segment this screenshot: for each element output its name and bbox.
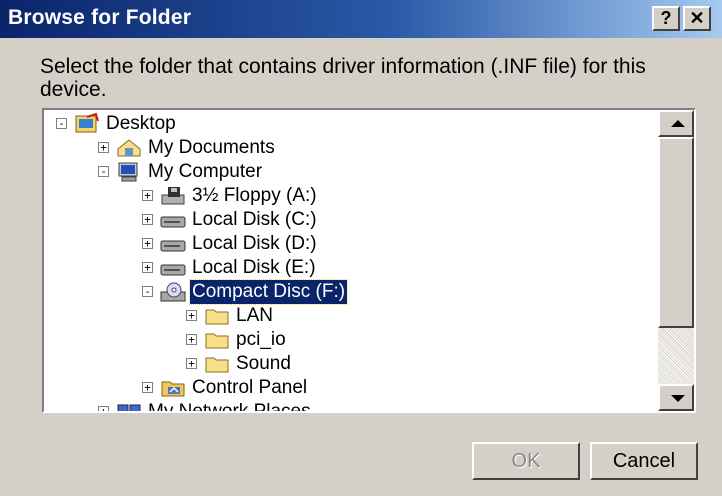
tree-item-control-panel[interactable]: + Control Panel [44,376,644,400]
tree-item-label: Control Panel [192,377,308,398]
tree-item-label: My Computer [148,161,263,182]
expand-toggle[interactable]: + [142,382,153,393]
tree-item-label: Local Disk (C:) [192,209,317,230]
arrow-up-icon [671,120,685,127]
folder-icon [204,305,230,327]
scroll-down-button[interactable] [658,384,694,411]
hard-drive-icon [160,209,186,231]
expand-toggle[interactable]: + [186,358,197,369]
expand-toggle[interactable]: + [186,310,197,321]
tree-item-sound[interactable]: + Sound [44,352,644,376]
tree-item-label-selected: Compact Disc (F:) [188,279,349,305]
tree-item-local-disk-d[interactable]: + Local Disk (D:) [44,232,644,256]
desktop-icon [74,112,100,135]
tree-item-local-disk-e[interactable]: + Local Disk (E:) [44,256,644,280]
title-bar[interactable]: Browse for Folder ? ✕ [0,0,722,38]
instruction-text: Select the folder that contains driver i… [40,55,646,101]
tree-viewport: - Desktop + My Documents - My Computer + [44,110,658,411]
arrow-down-icon [671,395,685,402]
scroll-up-button[interactable] [658,110,694,137]
tree-item-label: My Network Places [146,400,313,411]
hard-drive-icon [160,233,186,255]
tree-item-label: Desktop [106,113,176,134]
help-button[interactable]: ? [652,6,680,31]
my-documents-icon [116,137,142,159]
my-computer-icon [116,161,142,183]
collapse-toggle[interactable]: - [56,118,67,129]
ok-button[interactable]: OK [472,442,580,480]
tree-item-floppy-a[interactable]: + 3½ Floppy (A:) [44,184,644,208]
tree-item-desktop[interactable]: - Desktop [44,112,644,136]
scrollbar-thumb[interactable] [658,137,694,328]
floppy-drive-icon [160,185,186,207]
expand-toggle[interactable]: + [142,238,153,249]
tree-item-label: LAN [236,305,273,326]
network-places-icon [116,401,142,411]
expand-toggle[interactable]: + [186,334,197,345]
tree-item-label: Local Disk (E:) [192,257,316,278]
tree-item-pci-io[interactable]: + pci_io [44,328,644,352]
tree-item-label: pci_io [236,329,286,350]
expand-toggle[interactable]: + [142,190,153,201]
cd-drive-icon [160,281,186,303]
tree-item-label: 3½ Floppy (A:) [192,185,317,206]
expand-toggle[interactable]: + [142,214,153,225]
tree-item-my-network-places[interactable]: + My Network Places [44,400,644,411]
vertical-scrollbar[interactable] [658,110,694,411]
dialog-title: Browse for Folder [8,6,192,29]
collapse-toggle[interactable]: - [142,286,153,297]
tree-item-my-computer[interactable]: - My Computer [44,160,644,184]
tree-item-label: Local Disk (D:) [192,233,317,254]
tree-item-compact-disc-f[interactable]: - Compact Disc (F:) [44,279,644,305]
folder-icon [204,329,230,351]
control-panel-icon [160,377,186,399]
tree-item-label: Sound [236,353,291,374]
hard-drive-icon [160,257,186,279]
tree-item-local-disk-c[interactable]: + Local Disk (C:) [44,208,644,232]
expand-toggle[interactable]: + [98,142,109,153]
tree-item-my-documents[interactable]: + My Documents [44,136,644,160]
expand-toggle[interactable]: + [142,262,153,273]
close-button[interactable]: ✕ [683,6,711,31]
collapse-toggle[interactable]: - [98,166,109,177]
expand-toggle[interactable]: + [98,406,109,411]
cancel-button[interactable]: Cancel [590,442,698,480]
tree-item-label: My Documents [148,137,275,158]
folder-icon [204,353,230,375]
folder-tree[interactable]: - Desktop + My Documents - My Computer + [42,108,696,413]
tree-item-lan[interactable]: + LAN [44,304,644,328]
